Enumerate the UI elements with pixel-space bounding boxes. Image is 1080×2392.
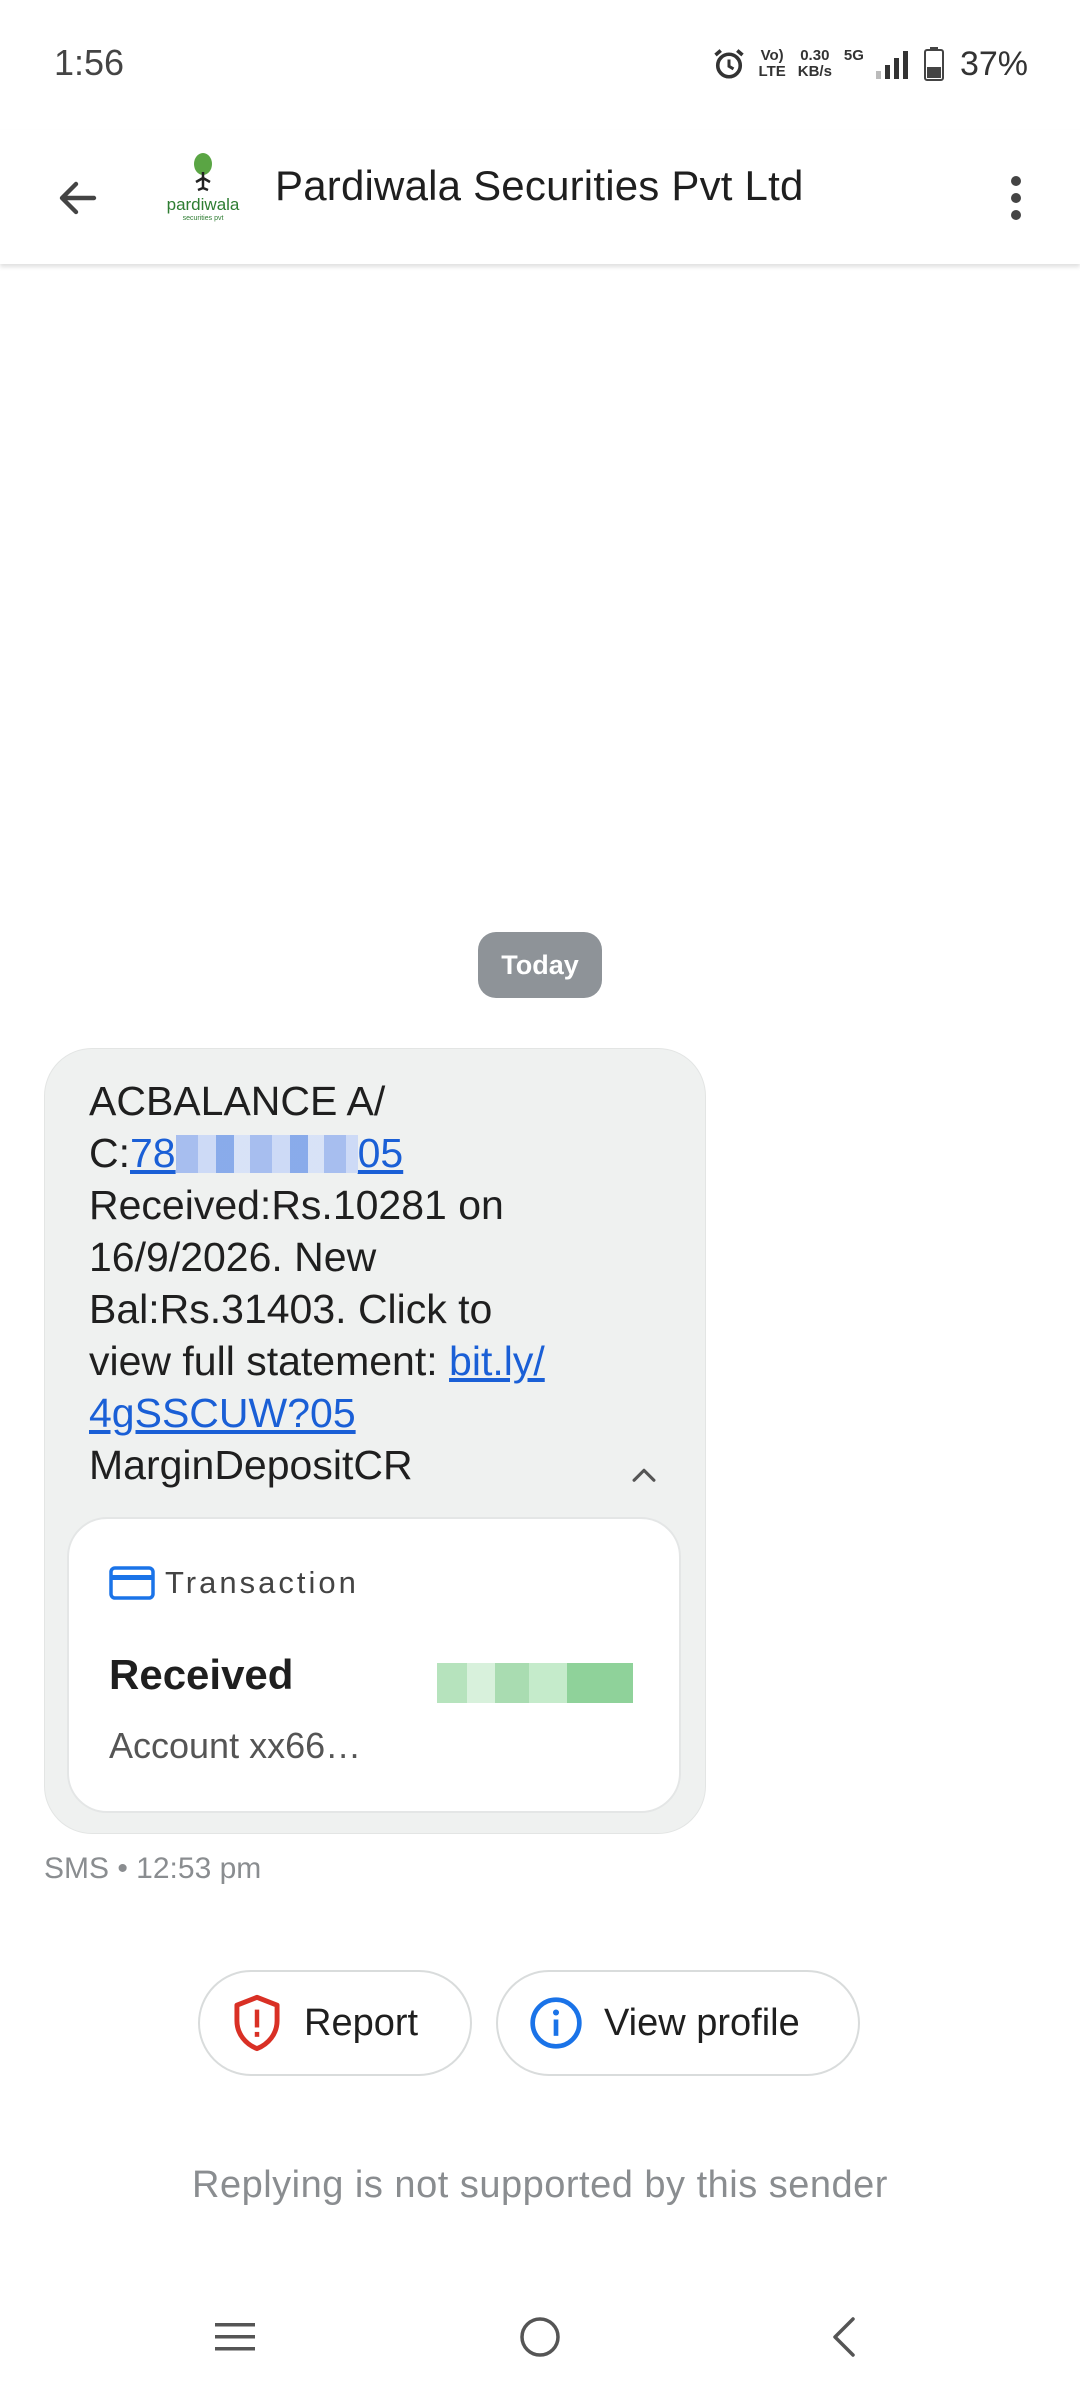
view-profile-button[interactable]: View profile [496, 1970, 860, 2076]
date-divider-chip: Today [478, 932, 602, 998]
alarm-icon [713, 49, 744, 79]
arrow-back-icon [59, 181, 97, 215]
volte-indicator: Vo) LTE [758, 47, 786, 80]
message-bubble[interactable]: ACBALANCE A/ C:78 05 Received:Rs.10281 on… [44, 1048, 706, 1834]
redacted-digits [175, 1135, 358, 1173]
more-options-button[interactable] [986, 160, 1046, 236]
report-shield-icon [234, 1994, 280, 2052]
svg-text:securities pvt: securities pvt [183, 215, 224, 222]
collapse-card-button[interactable] [619, 1451, 669, 1501]
more-vert-icon [1011, 176, 1021, 220]
redacted-amount [437, 1663, 633, 1703]
report-button[interactable]: Report [198, 1970, 472, 2076]
message-meta: SMS • 12:53 pm [44, 1852, 262, 1885]
chevron-up-icon [632, 1468, 656, 1482]
sender-avatar[interactable]: pardiwala securities pvt [160, 150, 246, 236]
transaction-label: Transaction [165, 1565, 359, 1600]
report-label: Report [304, 2001, 419, 2044]
nav-recents-button[interactable] [200, 2302, 270, 2372]
credit-card-icon [109, 1566, 155, 1600]
account-number-link[interactable]: 78 05 [130, 1130, 403, 1176]
network-type: 5G [843, 47, 864, 64]
nav-back-chevron-icon [833, 2317, 855, 2357]
transaction-status: Received [109, 1651, 294, 1698]
system-nav-bar [0, 2280, 1080, 2392]
app-bar: pardiwala securities pvt Pardiwala Secur… [0, 130, 1080, 264]
home-circle-icon [520, 2317, 560, 2357]
nav-back-button[interactable] [810, 2302, 880, 2372]
message-text: ACBALANCE A/ C:78 05 Received:Rs.10281 on… [89, 1078, 545, 1488]
signal-icon [875, 51, 908, 79]
network-speed: 0.30 KB/s [797, 47, 832, 80]
conversation-title: Pardiwala Securities Pvt Ltd [275, 162, 804, 209]
transaction-card[interactable]: Transaction Received Account xx66… [67, 1517, 681, 1813]
reply-not-supported-notice: Replying is not supported by this sender [192, 2164, 888, 2206]
status-icons: Vo) LTE 0.30 KB/s 5G 37% [711, 42, 1028, 86]
transaction-account: Account xx66… [109, 1725, 362, 1766]
battery-icon [923, 47, 944, 81]
info-icon [530, 1997, 582, 2049]
view-profile-label: View profile [604, 2001, 800, 2044]
status-bar: 1:56 Vo) LTE 0.30 KB/s 5G 37% [0, 0, 1080, 130]
menu-icon [215, 2323, 255, 2351]
status-time: 1:56 [54, 42, 125, 83]
nav-home-button[interactable] [505, 2302, 575, 2372]
sender-logo: pardiwala securities pvt [167, 153, 240, 222]
battery-percent: 37% [959, 44, 1028, 83]
svg-text:pardiwala: pardiwala [167, 195, 240, 214]
transaction-header: Transaction [109, 1565, 359, 1601]
back-button[interactable] [40, 160, 116, 236]
